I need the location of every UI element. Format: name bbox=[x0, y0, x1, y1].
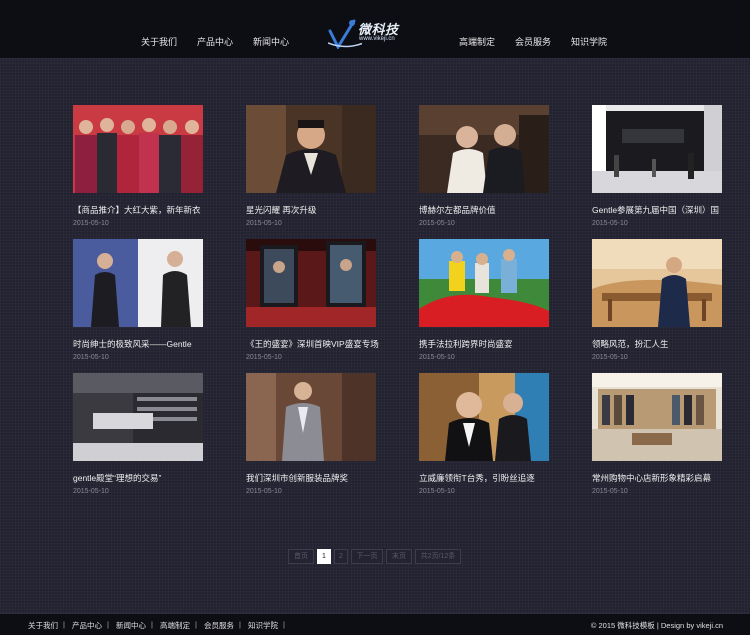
man-in-dark-suit-image bbox=[246, 105, 376, 193]
two-men-in-coats-image bbox=[73, 239, 203, 327]
news-date: 2015-05-10 bbox=[246, 488, 282, 495]
logo-url: www.vikeji.cn bbox=[359, 36, 395, 42]
site-logo[interactable]: 微科技 www.vikeji.cn bbox=[327, 17, 414, 51]
two-gentlemen-in-shop-image bbox=[419, 105, 549, 193]
man-in-desert-image bbox=[592, 239, 722, 327]
group-with-red-car-image bbox=[419, 239, 549, 327]
news-date: 2015-05-10 bbox=[419, 354, 455, 361]
news-card[interactable]: 《王的盛宴》深圳首映VIP盛宴专场 2015-05-10 bbox=[246, 239, 379, 364]
two-men-portrait-image bbox=[419, 373, 549, 461]
news-date: 2015-05-10 bbox=[73, 354, 109, 361]
page-1-button[interactable]: 1 bbox=[317, 549, 331, 564]
footer: 关于我们 | 产品中心 | 新闻中心 | 高端制定 | 会员服务 | 知识学院 … bbox=[0, 613, 750, 635]
news-date: 2015-05-10 bbox=[73, 488, 109, 495]
news-card[interactable]: 领略风范，扮汇人生 2015-05-10 bbox=[592, 239, 722, 364]
news-title[interactable]: 立威廉领衔T台秀，引盼丝追逐 bbox=[419, 472, 555, 484]
news-title[interactable]: 领略风范，扮汇人生 bbox=[592, 338, 728, 350]
exhibition-booth-image bbox=[592, 105, 722, 193]
news-card[interactable]: 立威廉领衔T台秀，引盼丝追逐 2015-05-10 bbox=[419, 373, 549, 498]
top-navbar: 关于我们 产品中心 新闻中心 微科技 www.vikeji.cn 高端制定 会员… bbox=[0, 0, 750, 59]
nav-link-news[interactable]: 新闻中心 bbox=[253, 35, 289, 48]
news-date: 2015-05-10 bbox=[592, 220, 628, 227]
nav-link-products[interactable]: 产品中心 bbox=[197, 35, 233, 48]
nav-link-members[interactable]: 会员服务 bbox=[515, 35, 551, 48]
footer-separator: | bbox=[107, 620, 109, 629]
news-title[interactable]: 我们深圳市创新服装品牌奖 bbox=[246, 472, 382, 484]
footer-separator: | bbox=[63, 620, 65, 629]
footer-link-products[interactable]: 产品中心 bbox=[72, 620, 102, 631]
news-title[interactable]: gentle殿堂“理想的交易” bbox=[73, 472, 209, 484]
news-title[interactable]: Gentle参展第九届中国（深圳）国 bbox=[592, 204, 728, 216]
premiere-posters-image bbox=[246, 239, 376, 327]
footer-separator: | bbox=[151, 620, 153, 629]
news-title[interactable]: 《王的盛宴》深圳首映VIP盛宴专场 bbox=[246, 338, 382, 350]
news-title[interactable]: 星光闪耀 再次升级 bbox=[246, 204, 382, 216]
boutique-interior-image bbox=[592, 373, 722, 461]
news-thumbnail bbox=[246, 239, 376, 327]
news-title[interactable]: 【商品推介】大红大紫，新年新衣 bbox=[73, 204, 209, 216]
nav-link-about[interactable]: 关于我们 bbox=[141, 35, 177, 48]
news-date: 2015-05-10 bbox=[592, 488, 628, 495]
logo-mark-icon bbox=[327, 19, 369, 51]
news-card[interactable]: gentle殿堂“理想的交易” 2015-05-10 bbox=[73, 373, 203, 498]
news-thumbnail bbox=[246, 105, 376, 193]
nav-link-academy[interactable]: 知识学院 bbox=[571, 35, 607, 48]
news-card[interactable]: Gentle参展第九届中国（深圳）国 2015-05-10 bbox=[592, 105, 722, 230]
nav-link-custom[interactable]: 高端制定 bbox=[459, 35, 495, 48]
news-date: 2015-05-10 bbox=[73, 220, 109, 227]
footer-link-about[interactable]: 关于我们 bbox=[28, 620, 58, 631]
news-card[interactable]: 携手法拉利跨界时尚盛宴 2015-05-10 bbox=[419, 239, 549, 364]
man-in-grey-suit-image bbox=[246, 373, 376, 461]
page-next-button[interactable]: 下一页 bbox=[351, 549, 383, 564]
news-card[interactable]: 博赫尔左都品牌价值 2015-05-10 bbox=[419, 105, 549, 230]
page-first-button[interactable]: 首页 bbox=[288, 549, 314, 564]
news-thumbnail bbox=[73, 239, 203, 327]
footer-link-custom[interactable]: 高端制定 bbox=[160, 620, 190, 631]
men-in-red-suits-image bbox=[73, 105, 203, 193]
footer-link-news[interactable]: 新闻中心 bbox=[116, 620, 146, 631]
news-title[interactable]: 携手法拉利跨界时尚盛宴 bbox=[419, 338, 555, 350]
news-date: 2015-05-10 bbox=[246, 220, 282, 227]
news-card[interactable]: 星光闪耀 再次升级 2015-05-10 bbox=[246, 105, 376, 230]
news-thumbnail bbox=[73, 105, 203, 193]
footer-separator: | bbox=[195, 620, 197, 629]
news-date: 2015-05-10 bbox=[419, 488, 455, 495]
news-title[interactable]: 常州购物中心店新形象精彩启幕 bbox=[592, 472, 728, 484]
news-thumbnail bbox=[419, 373, 549, 461]
footer-link-members[interactable]: 会员服务 bbox=[204, 620, 234, 631]
news-date: 2015-05-10 bbox=[419, 220, 455, 227]
copyright-text: © 2015 微科技模板 | Design by vikeji.cn bbox=[590, 621, 723, 630]
news-title[interactable]: 时尚绅士的极致风采——Gentle bbox=[73, 338, 209, 350]
news-card[interactable]: 我们深圳市创新服装品牌奖 2015-05-10 bbox=[246, 373, 376, 498]
news-thumbnail bbox=[246, 373, 376, 461]
news-title[interactable]: 博赫尔左都品牌价值 bbox=[419, 204, 555, 216]
news-date: 2015-05-10 bbox=[592, 354, 628, 361]
news-thumbnail bbox=[592, 105, 722, 193]
footer-separator: | bbox=[239, 620, 241, 629]
page-total-info: 共2页/12条 bbox=[415, 549, 461, 564]
news-thumbnail bbox=[73, 373, 203, 461]
news-thumbnail bbox=[419, 105, 549, 193]
news-thumbnail bbox=[419, 239, 549, 327]
news-thumbnail bbox=[592, 373, 722, 461]
footer-separator: | bbox=[283, 620, 285, 629]
news-card[interactable]: 【商品推介】大红大紫，新年新衣 2015-05-10 bbox=[73, 105, 203, 230]
news-card[interactable]: 时尚绅士的极致风采——Gentle 2015-05-10 bbox=[73, 239, 203, 364]
news-card[interactable]: 常州购物中心店新形象精彩启幕 2015-05-10 bbox=[592, 373, 722, 498]
page-last-button[interactable]: 末页 bbox=[386, 549, 412, 564]
news-date: 2015-05-10 bbox=[246, 354, 282, 361]
store-interior-image bbox=[73, 373, 203, 461]
page-2-button[interactable]: 2 bbox=[334, 549, 348, 564]
footer-link-academy[interactable]: 知识学院 bbox=[248, 620, 278, 631]
news-thumbnail bbox=[592, 239, 722, 327]
